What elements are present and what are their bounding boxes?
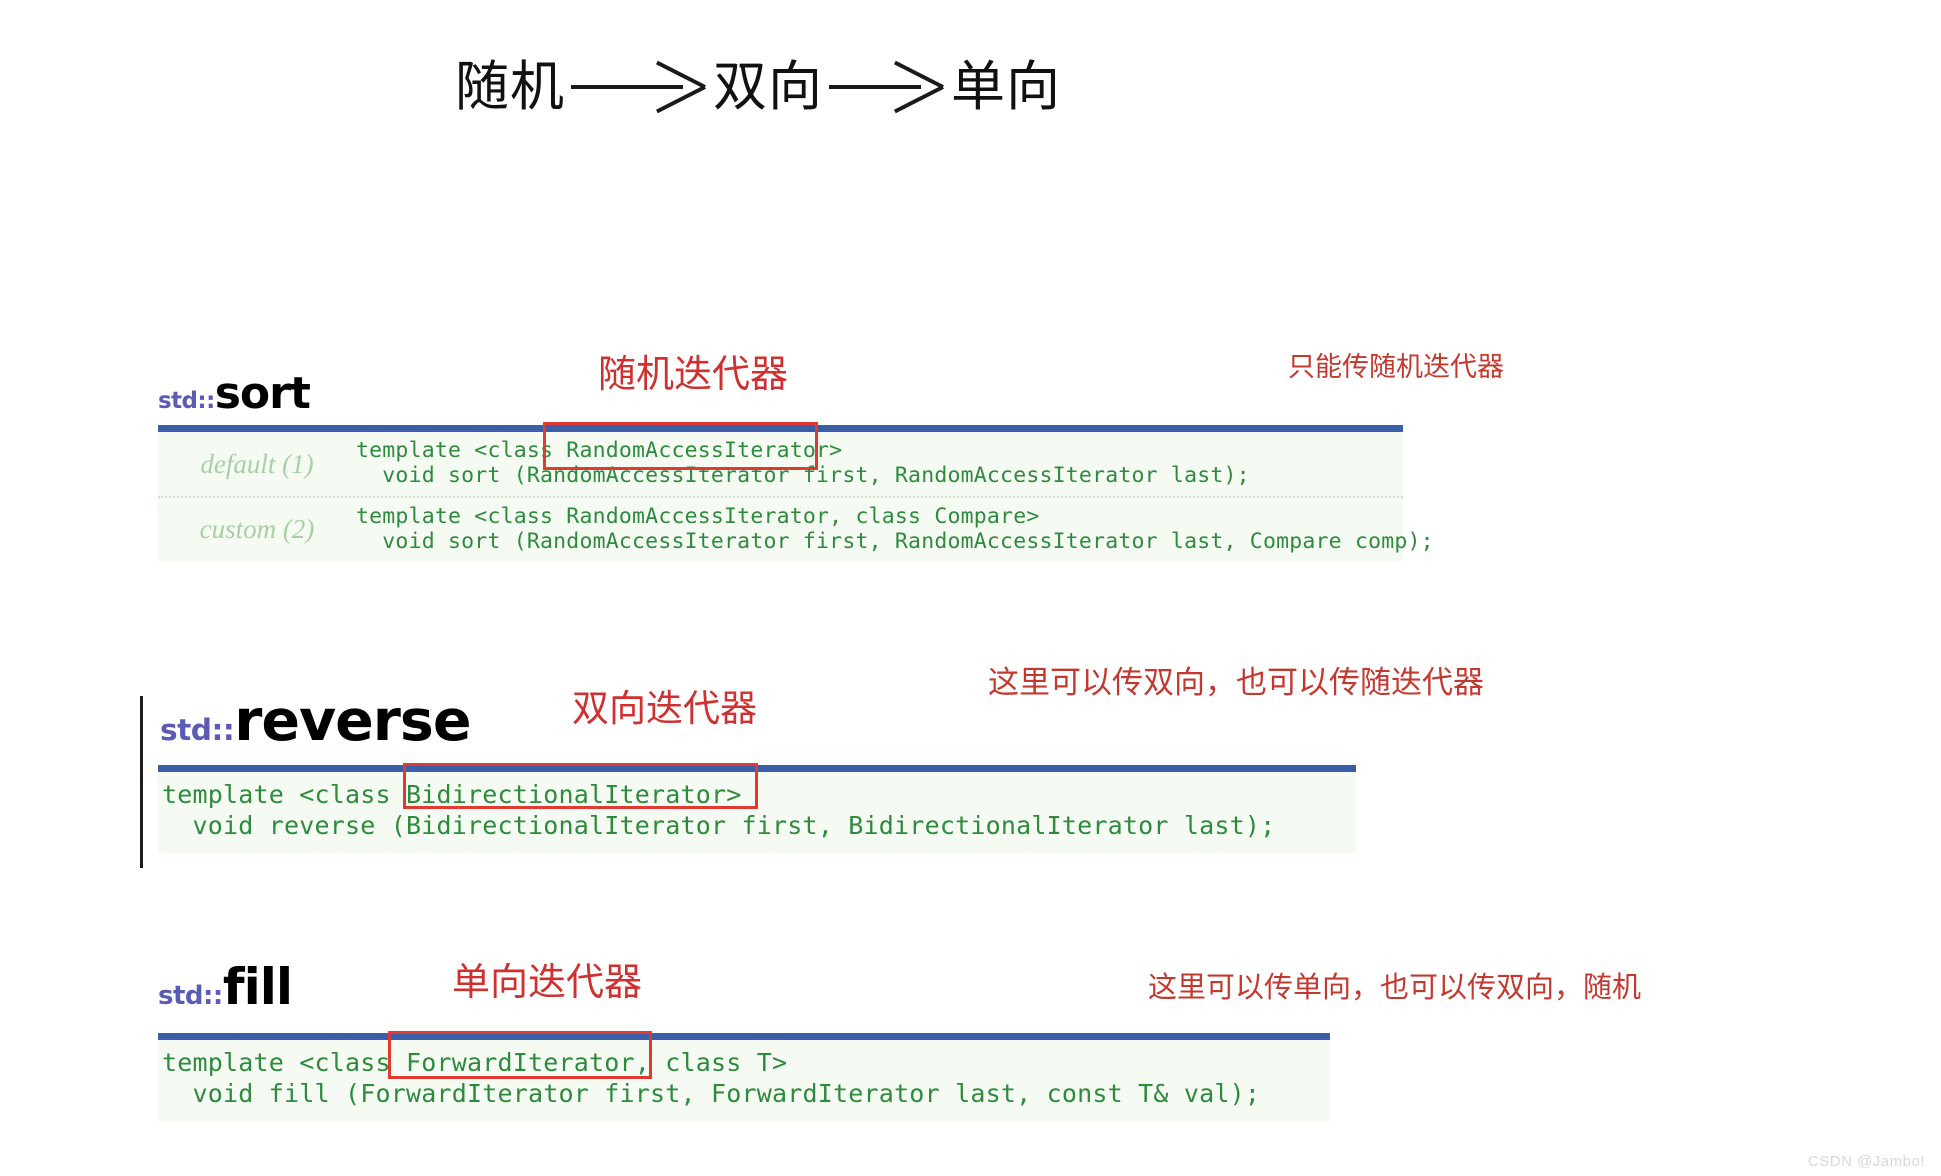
function-name-label: fill xyxy=(222,958,293,1016)
annotation-note-reverse: 这里可以传双向，也可以传随迭代器 xyxy=(988,665,1484,701)
left-accent-rule xyxy=(140,696,143,868)
iterator-hierarchy-header: 随机 双向 单向 xyxy=(455,60,1061,114)
namespace-label: std:: xyxy=(160,712,235,747)
signature-text: template <class BidirectionalIterator> v… xyxy=(162,780,1276,840)
arrow-right-icon xyxy=(565,60,713,114)
table-row: default (1) template <class RandomAccess… xyxy=(158,432,1403,496)
annotation-note-fill: 这里可以传单向，也可以传双向，随机 xyxy=(1148,970,1642,1004)
namespace-label: std:: xyxy=(158,981,223,1011)
signature-text: template <class ForwardIterator, class T… xyxy=(162,1048,1261,1108)
code-panel-fill: template <class ForwardIterator, class T… xyxy=(158,1033,1330,1121)
annotation-iterator-kind-fill: 单向迭代器 xyxy=(452,960,643,1004)
page-title-sort: std::sort xyxy=(158,372,311,416)
variant-label: custom (2) xyxy=(199,514,315,544)
header-term-bidirectional: 双向 xyxy=(713,55,823,118)
annotation-iterator-kind-reverse: 双向迭代器 xyxy=(572,687,757,730)
annotation-note-sort: 只能传随机迭代器 xyxy=(1288,352,1504,383)
watermark: CSDN @Jambo! xyxy=(1807,1153,1925,1170)
annotation-iterator-kind-sort: 随机迭代器 xyxy=(598,352,789,396)
table-row: custom (2) template <class RandomAccessI… xyxy=(158,496,1434,561)
signature-text: template <class RandomAccessIterator> vo… xyxy=(356,438,1250,488)
header-term-forward: 单向 xyxy=(951,55,1061,118)
header-term-random: 随机 xyxy=(455,55,565,118)
signature-text: template <class RandomAccessIterator, cl… xyxy=(356,503,1434,554)
page-title-reverse: std::reverse xyxy=(160,693,471,750)
namespace-label: std:: xyxy=(158,388,215,414)
function-name-label: reverse xyxy=(234,688,471,754)
code-panel-reverse: template <class BidirectionalIterator> v… xyxy=(158,765,1356,853)
arrow-right-icon xyxy=(823,60,951,114)
page-title-fill: std::fill xyxy=(158,962,293,1012)
function-name-label: sort xyxy=(214,368,311,419)
variant-label: default (1) xyxy=(200,448,314,479)
code-panel-sort: default (1) template <class RandomAccess… xyxy=(158,425,1434,561)
